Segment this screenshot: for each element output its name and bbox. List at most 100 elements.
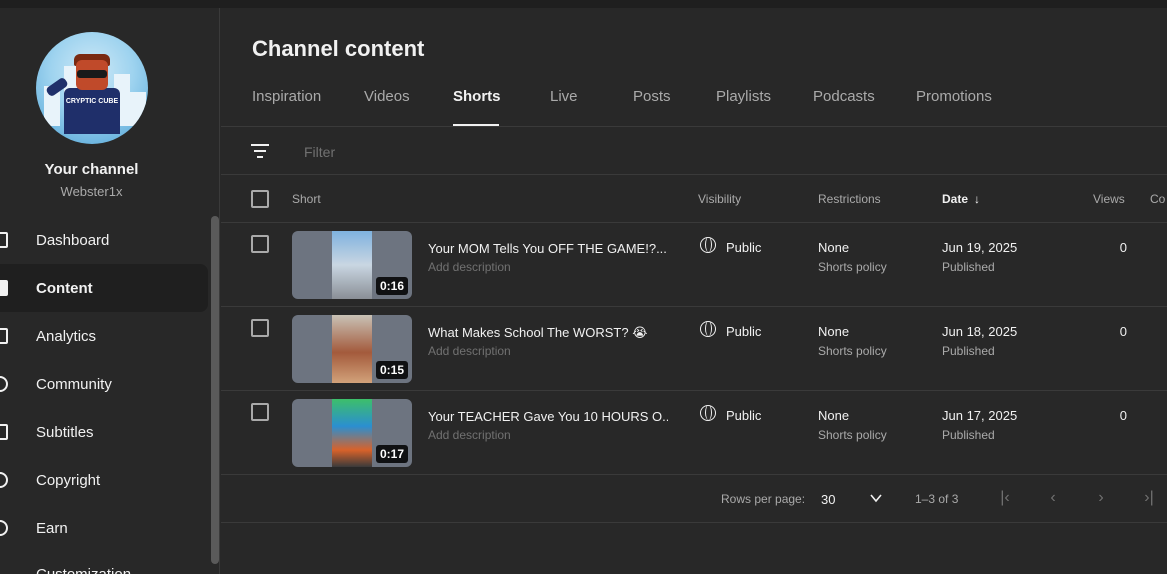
restriction-value: None xyxy=(818,324,850,339)
views-value: 0 xyxy=(1119,240,1127,255)
publish-status: Published xyxy=(942,344,995,358)
rows-per-page-select[interactable]: 30 xyxy=(821,492,835,507)
thumbnail-image xyxy=(332,231,372,299)
thumbnail-image xyxy=(332,315,372,383)
date-value: Jun 19, 2025 xyxy=(942,240,1018,255)
tab-live[interactable]: Live xyxy=(550,88,633,126)
globe-icon xyxy=(700,321,716,337)
sidebar-item-copyright[interactable]: Copyright xyxy=(0,456,208,504)
column-header-views[interactable]: Views xyxy=(1093,192,1125,206)
sidebar-item-label: Copyright xyxy=(36,471,101,489)
sidebar-item-dashboard[interactable]: Dashboard xyxy=(0,216,208,264)
views-value: 0 xyxy=(1119,408,1127,423)
page-title: Channel content xyxy=(252,36,425,61)
visibility-value[interactable]: Public xyxy=(726,240,761,255)
video-title[interactable]: Your MOM Tells You OFF THE GAME!?... xyxy=(428,241,668,256)
avatar-building xyxy=(130,92,146,126)
tab-playlists[interactable]: Playlists xyxy=(716,88,813,126)
tab-inspiration[interactable]: Inspiration xyxy=(252,88,364,126)
row-checkbox[interactable] xyxy=(251,319,269,337)
previous-page-icon[interactable]: ‹ xyxy=(1041,486,1065,510)
video-description[interactable]: Add description xyxy=(428,428,511,442)
next-page-icon[interactable]: › xyxy=(1089,486,1113,510)
dashboard-icon xyxy=(0,232,8,248)
first-page-icon[interactable]: |‹ xyxy=(993,486,1017,510)
sidebar: CRYPTIC CUBE Your channel Webster1x Dash… xyxy=(0,8,220,574)
sidebar-item-label: Earn xyxy=(36,519,68,537)
earn-icon xyxy=(0,520,8,536)
rows-per-page-label: Rows per page: xyxy=(721,492,806,506)
video-thumbnail[interactable]: 0:16 xyxy=(292,231,412,299)
avatar-glasses xyxy=(77,70,107,78)
tab-shorts[interactable]: Shorts xyxy=(453,88,501,126)
views-value: 0 xyxy=(1119,324,1127,339)
analytics-icon xyxy=(0,328,8,344)
filter-input[interactable] xyxy=(304,142,604,162)
video-thumbnail[interactable]: 0:15 xyxy=(292,315,412,383)
studio-app: CRYPTIC CUBE Your channel Webster1x Dash… xyxy=(0,0,1167,574)
page-range: 1–3 of 3 xyxy=(915,492,959,506)
sidebar-nav: Dashboard Content Analytics Community Su… xyxy=(0,216,208,574)
table-row[interactable]: 0:16 Your MOM Tells You OFF THE GAME!?..… xyxy=(221,222,1167,306)
sidebar-item-label: Analytics xyxy=(36,327,97,345)
main-content: Channel content Inspiration Videos Short… xyxy=(221,8,1167,574)
column-header-short: Short xyxy=(292,192,321,206)
column-header-comments[interactable]: Co xyxy=(1150,192,1165,206)
channel-name: Your channel xyxy=(44,161,139,178)
filter-icon[interactable] xyxy=(251,144,269,158)
thumbnail-image xyxy=(332,399,372,467)
sidebar-item-analytics[interactable]: Analytics xyxy=(0,312,208,360)
sidebar-item-earn[interactable]: Earn xyxy=(0,504,208,552)
video-description[interactable]: Add description xyxy=(428,344,511,358)
filter-divider xyxy=(221,174,1167,175)
sidebar-item-label: Subtitles xyxy=(36,423,94,441)
publish-status: Published xyxy=(942,260,995,274)
subtitles-icon xyxy=(0,424,8,440)
video-title[interactable]: Your TEACHER Gave You 10 HOURS O... xyxy=(428,409,668,424)
date-value: Jun 17, 2025 xyxy=(942,408,1018,423)
video-title[interactable]: What Makes School The WORST? 😭 xyxy=(428,325,668,341)
row-divider xyxy=(221,474,1167,475)
avatar-shirt-text: CRYPTIC CUBE xyxy=(65,98,119,105)
content-icon xyxy=(0,280,8,296)
visibility-value[interactable]: Public xyxy=(726,324,761,339)
restriction-value: None xyxy=(818,408,850,423)
channel-avatar[interactable]: CRYPTIC CUBE xyxy=(36,32,148,144)
restriction-sub: Shorts policy xyxy=(818,344,887,358)
tab-promotions[interactable]: Promotions xyxy=(916,88,1016,126)
tab-podcasts[interactable]: Podcasts xyxy=(813,88,916,126)
table-row[interactable]: 0:17 Your TEACHER Gave You 10 HOURS O...… xyxy=(221,390,1167,474)
restriction-sub: Shorts policy xyxy=(818,260,887,274)
sidebar-item-label: Customization xyxy=(36,566,131,574)
column-header-restrictions[interactable]: Restrictions xyxy=(818,192,881,206)
restriction-sub: Shorts policy xyxy=(818,428,887,442)
sidebar-item-content[interactable]: Content xyxy=(0,264,208,312)
globe-icon xyxy=(700,405,716,421)
pagination: Rows per page: 30 1–3 of 3 |‹ ‹ › ›| xyxy=(221,484,1167,514)
sidebar-item-subtitles[interactable]: Subtitles xyxy=(0,408,208,456)
sidebar-item-community[interactable]: Community xyxy=(0,360,208,408)
column-header-date-label: Date xyxy=(942,192,969,206)
tab-videos[interactable]: Videos xyxy=(364,88,453,126)
select-all-checkbox[interactable] xyxy=(251,190,269,208)
video-thumbnail[interactable]: 0:17 xyxy=(292,399,412,467)
column-header-visibility[interactable]: Visibility xyxy=(698,192,741,206)
sort-arrow-down-icon: ↓ xyxy=(974,192,981,206)
sidebar-scrollbar[interactable] xyxy=(211,216,219,564)
table-row[interactable]: 0:15 What Makes School The WORST? 😭 Add … xyxy=(221,306,1167,390)
sidebar-item-label: Dashboard xyxy=(36,231,110,249)
visibility-value[interactable]: Public xyxy=(726,408,761,423)
sidebar-item-label: Community xyxy=(36,375,112,393)
last-page-icon[interactable]: ›| xyxy=(1137,486,1161,510)
sidebar-item-customization[interactable]: Customization xyxy=(0,552,208,574)
row-checkbox[interactable] xyxy=(251,403,269,421)
row-checkbox[interactable] xyxy=(251,235,269,253)
sidebar-item-label: Content xyxy=(36,279,93,297)
column-header-date[interactable]: Date ↓ xyxy=(942,192,980,206)
channel-handle: Webster1x xyxy=(60,184,123,199)
tab-posts[interactable]: Posts xyxy=(633,88,716,126)
video-description[interactable]: Add description xyxy=(428,260,511,274)
globe-icon xyxy=(700,237,716,253)
chevron-down-icon[interactable] xyxy=(868,490,884,506)
copyright-icon xyxy=(0,472,8,488)
